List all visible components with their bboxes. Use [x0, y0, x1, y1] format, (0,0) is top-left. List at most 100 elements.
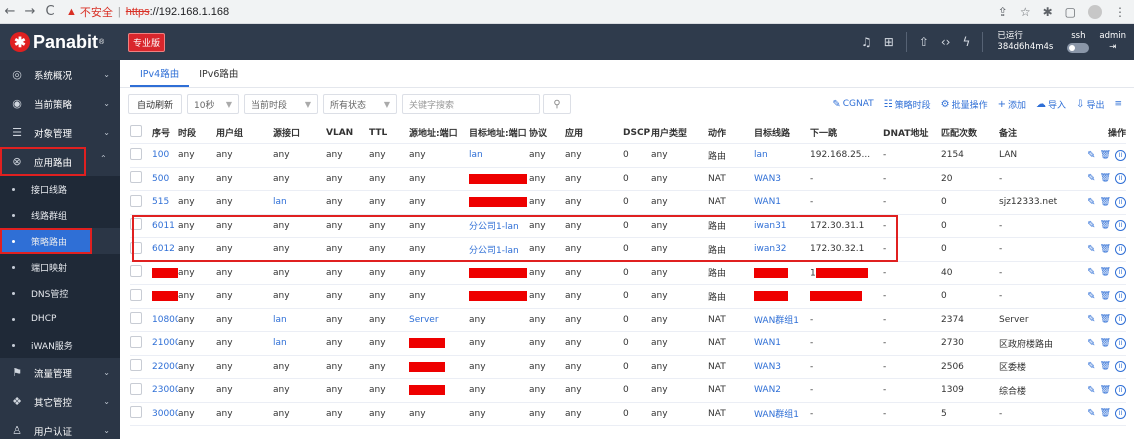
pause-icon[interactable]: II — [1115, 196, 1126, 208]
row-checkbox[interactable] — [130, 265, 142, 278]
extensions-icon[interactable]: ✱ — [1043, 5, 1053, 19]
row-checkbox[interactable] — [130, 406, 142, 419]
cell-line[interactable]: WAN3 — [754, 174, 810, 184]
cell-id[interactable]: 30000 — [152, 409, 178, 419]
edit-icon[interactable]: ✎ — [1087, 244, 1095, 255]
row-checkbox[interactable] — [130, 312, 142, 325]
sidebar-item-object-management[interactable]: ☰ 对象管理 ⌄ — [0, 118, 120, 147]
sidebar-item-other-control[interactable]: ❖ 其它管控 ⌄ — [0, 387, 120, 416]
cell-id[interactable]: 10800 — [152, 315, 178, 325]
pause-icon[interactable]: II — [1115, 290, 1126, 302]
search-input[interactable]: 关键字搜索 — [402, 94, 541, 114]
cell-id[interactable] — [152, 291, 178, 302]
edit-icon[interactable]: ✎ — [1087, 385, 1095, 396]
cell-id[interactable]: 500 — [152, 174, 178, 184]
sidebar-item-traffic-management[interactable]: ⚑ 流量管理 ⌄ — [0, 358, 120, 387]
cell-line[interactable]: WAN1 — [754, 338, 810, 348]
delete-icon[interactable]: 🗑 — [1100, 197, 1111, 208]
edit-icon[interactable]: ✎ — [1087, 173, 1095, 184]
edit-icon[interactable]: ✎ — [1087, 267, 1095, 278]
sidebar-item-overview[interactable]: ◎ 系统概况 ⌄ — [0, 60, 120, 89]
delete-icon[interactable]: 🗑 — [1100, 385, 1111, 396]
tab-window-icon[interactable]: ▢ — [1065, 5, 1076, 19]
cell-id[interactable]: 100 — [152, 150, 178, 160]
cell-id[interactable]: 21000 — [152, 338, 178, 348]
export-button[interactable]: ⇩ 导出 — [1076, 98, 1104, 111]
edit-icon[interactable]: ✎ — [1087, 361, 1095, 372]
cell-line[interactable]: iwan31 — [754, 221, 810, 231]
delete-icon[interactable]: 🗑 — [1100, 314, 1111, 325]
column-filter-icon[interactable]: ≡ — [1114, 99, 1122, 109]
row-checkbox[interactable] — [130, 359, 142, 372]
sidebar-subitem-interface-lines[interactable]: 接口线路 — [0, 176, 120, 202]
forward-icon[interactable]: → — [20, 4, 40, 19]
cell-line[interactable]: WAN2 — [754, 385, 810, 395]
edit-icon[interactable]: ✎ — [1087, 338, 1095, 349]
cell-id[interactable]: 22000 — [152, 362, 178, 372]
delete-icon[interactable]: 🗑 — [1100, 150, 1111, 161]
cell-id[interactable]: 515 — [152, 197, 178, 207]
edit-icon[interactable]: ✎ — [1087, 150, 1095, 161]
pause-icon[interactable]: II — [1115, 149, 1126, 161]
add-button[interactable]: + 添加 — [998, 98, 1026, 111]
cell-line[interactable]: WAN群组1 — [754, 407, 810, 420]
delete-icon[interactable]: 🗑 — [1100, 361, 1111, 372]
grid-icon[interactable]: ⊞ — [878, 35, 900, 49]
sidebar-subitem-dns-control[interactable]: DNS管控 — [0, 280, 120, 306]
cell-line[interactable]: lan — [754, 150, 810, 160]
bell-icon[interactable]: ♫ — [855, 35, 878, 49]
address-bar[interactable]: ▲ 不安全 | https ://192.168.1.168 — [66, 4, 229, 20]
delete-icon[interactable]: 🗑 — [1100, 244, 1111, 255]
row-checkbox[interactable] — [130, 382, 142, 395]
refresh-interval-select[interactable]: 10秒 ▼ — [187, 94, 240, 114]
cell-id[interactable]: 23000 — [152, 385, 178, 395]
search-icon[interactable]: ⚲ — [543, 94, 572, 114]
sidebar-subitem-port-mapping[interactable]: 端口映射 — [0, 254, 120, 280]
sidebar-subitem-iwan-service[interactable]: iWAN服务 — [0, 332, 120, 358]
upload-icon[interactable]: ⇧ — [913, 35, 935, 49]
row-checkbox[interactable] — [130, 194, 142, 207]
delete-icon[interactable]: 🗑 — [1100, 338, 1111, 349]
period-select[interactable]: 当前时段 ▼ — [244, 94, 319, 114]
row-checkbox[interactable] — [130, 171, 142, 184]
profile-avatar-icon[interactable] — [1088, 4, 1102, 19]
edit-icon[interactable]: ✎ — [1087, 220, 1095, 231]
import-button[interactable]: ☁ 导入 — [1036, 98, 1066, 111]
policy-period-button[interactable]: ☷ 策略时段 — [884, 98, 931, 111]
sidebar-subitem-dhcp[interactable]: DHCP — [0, 306, 120, 332]
tab-ipv4-routing[interactable]: IPv4路由 — [130, 66, 190, 87]
pause-icon[interactable]: II — [1115, 384, 1126, 396]
sidebar-subitem-policy-routing[interactable]: 策略路由 — [0, 228, 92, 254]
row-checkbox[interactable] — [130, 335, 142, 348]
delete-icon[interactable]: 🗑 — [1100, 267, 1111, 278]
row-checkbox[interactable] — [130, 288, 142, 301]
reload-icon[interactable]: C — [40, 4, 60, 19]
row-checkbox[interactable] — [130, 241, 142, 254]
sidebar-item-app-routing[interactable]: ⊗ 应用路由 — [0, 147, 86, 176]
cell-id[interactable]: 6012 — [152, 244, 178, 254]
cell-src[interactable]: Server — [409, 315, 469, 325]
delete-icon[interactable]: 🗑 — [1100, 408, 1111, 419]
pause-icon[interactable]: II — [1115, 408, 1126, 420]
cell-line[interactable]: WAN群组1 — [754, 313, 810, 326]
ssh-toggle[interactable] — [1067, 43, 1090, 53]
cgnat-button[interactable]: ✎ CGNAT — [832, 99, 873, 110]
sidebar-subitem-line-groups[interactable]: 线路群组 — [0, 202, 120, 228]
pause-icon[interactable]: II — [1115, 243, 1126, 255]
select-all-checkbox[interactable] — [130, 125, 142, 137]
row-checkbox[interactable] — [130, 218, 142, 231]
cell-dst[interactable]: 分公司1-lan — [469, 243, 529, 256]
pause-icon[interactable]: II — [1115, 314, 1126, 326]
cell-dst[interactable]: 分公司1-lan — [469, 219, 529, 232]
cell-id[interactable] — [152, 267, 178, 279]
edit-icon[interactable]: ✎ — [1087, 291, 1095, 302]
logout-icon[interactable]: ⇥ — [1109, 42, 1116, 53]
pause-icon[interactable]: II — [1115, 220, 1126, 232]
status-select[interactable]: 所有状态 ▼ — [323, 94, 398, 114]
code-icon[interactable]: ‹› — [935, 35, 957, 49]
user-menu[interactable]: admin ⇥ — [1095, 31, 1134, 53]
cell-line[interactable]: WAN3 — [754, 362, 810, 372]
row-checkbox[interactable] — [130, 147, 142, 160]
browser-menu-icon[interactable]: ⋮ — [1114, 5, 1126, 19]
cell-line[interactable]: iwan32 — [754, 244, 810, 254]
